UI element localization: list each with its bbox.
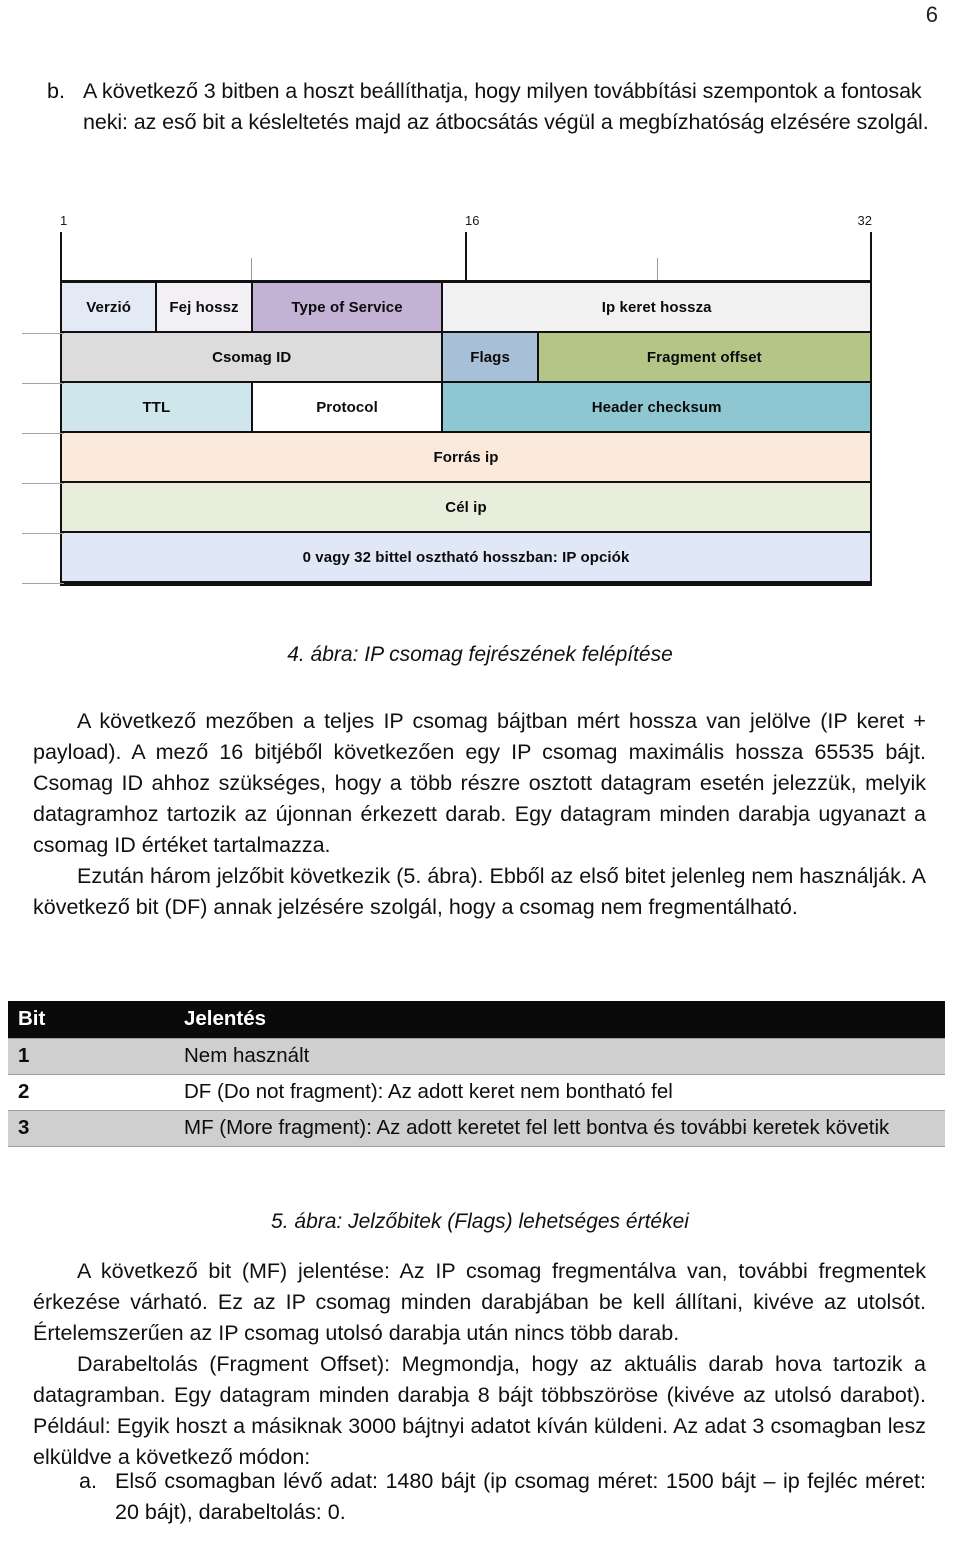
page-number: 6: [925, 2, 938, 27]
table-header-row: Bit Jelentés: [8, 1001, 945, 1039]
bit-ruler-minor-tick: [657, 258, 659, 280]
ip-header-field: Fragment offset: [538, 333, 870, 381]
body-paragraphs-2: A következő bit (MF) jelentése: Az IP cs…: [33, 1256, 926, 1473]
table-cell-meaning: MF (More fragment): Az adott keretet fel…: [178, 1110, 945, 1147]
table-cell-bit: 3: [8, 1110, 178, 1147]
row-guide-line: [22, 483, 64, 484]
table-row: 1 Nem használt: [8, 1038, 945, 1075]
row-guide-line: [22, 383, 64, 384]
row-guide-line: [22, 433, 64, 434]
ip-header-field: Csomag ID: [62, 333, 444, 381]
figure-5-caption: 5. ábra: Jelzőbitek (Flags) lehetséges é…: [271, 1210, 689, 1233]
ip-header-field: Type of Service: [252, 283, 444, 331]
ip-header-row: Forrás ip: [62, 433, 870, 483]
paragraph: Darabeltolás (Fragment Offset): Megmondj…: [33, 1352, 926, 1469]
row-guide-line: [22, 533, 64, 534]
table-header-bit: Bit: [8, 1001, 178, 1039]
ip-header-field: 0 vagy 32 bittel osztható hosszban: IP o…: [62, 533, 870, 581]
ip-header-field: Fej hossz: [157, 283, 253, 331]
ip-header-diagram: 1 16 32 Verzió Fej hossz Type of Service Ip k…: [22, 208, 872, 593]
ip-header-field: Flags: [443, 333, 539, 381]
bit-ruler-minor-tick: [251, 258, 253, 280]
figure-4-caption: 4. ábra: IP csomag fejrészének felépítés…: [287, 643, 673, 666]
sub-list-item-text: Első csomagban lévő adat: 1480 bájt (ip …: [115, 1469, 926, 1524]
list-item-text: A következő 3 bitben a hoszt beállíthatj…: [83, 79, 929, 134]
row-guide-line: [22, 583, 64, 584]
table-cell-meaning: Nem használt: [178, 1038, 945, 1075]
ip-header-row: 0 vagy 32 bittel osztható hosszban: IP o…: [62, 533, 870, 583]
bit-ruler-label: 1: [60, 213, 68, 228]
ip-header-row: Cél ip: [62, 483, 870, 533]
ip-header-row: Csomag ID Flags Fragment offset: [62, 333, 870, 383]
paragraph: A következő bit (MF) jelentése: Az IP cs…: [33, 1259, 926, 1345]
bit-ruler-tick: [870, 232, 872, 280]
list-item-marker: b.: [47, 79, 65, 103]
sub-list-item-marker: a.: [79, 1469, 97, 1493]
flags-table: Bit Jelentés 1 Nem használt 2 DF (Do not fr…: [8, 1001, 945, 1147]
ip-header-field: Forrás ip: [62, 433, 870, 481]
sub-list-item: a. Első csomagban lévő adat: 1480 bájt (…: [79, 1466, 926, 1528]
ip-header-field: TTL: [62, 383, 253, 431]
bit-ruler-tick: [465, 232, 467, 280]
list-item: b. A következő 3 bitben a hoszt beállíth…: [47, 76, 932, 138]
table-row: 3 MF (More fragment): Az adott keretet fe…: [8, 1110, 945, 1147]
ip-header-field: Protocol: [252, 383, 444, 431]
row-guide-line: [22, 333, 64, 334]
bit-ruler-tick: [60, 232, 62, 280]
table-cell-meaning: DF (Do not fragment): Az adott keret nem…: [178, 1074, 945, 1111]
table-cell-bit: 1: [8, 1038, 178, 1075]
bit-ruler-label: 16: [465, 213, 480, 228]
table-cell-bit: 2: [8, 1074, 178, 1111]
bit-ruler: 1 16 32: [60, 208, 872, 280]
ip-header-row: TTL Protocol Header checksum: [62, 383, 870, 433]
ip-header-rows: Verzió Fej hossz Type of Service Ip keret h…: [22, 280, 872, 586]
table-row: 2 DF (Do not fragment): Az adott keret ne…: [8, 1074, 945, 1111]
ip-header-field: Cél ip: [62, 483, 870, 531]
body-paragraphs-1: A következő mezőben a teljes IP csomag b…: [33, 706, 926, 923]
bit-ruler-label: 32: [857, 213, 872, 228]
paragraph: Ezután három jelzőbit következik (5. ábr…: [33, 864, 926, 919]
ip-header-row: Verzió Fej hossz Type of Service Ip keret h…: [62, 283, 870, 333]
paragraph: A következő mezőben a teljes IP csomag b…: [33, 709, 926, 857]
ip-header-field: Ip keret hossza: [443, 283, 870, 331]
table-header-meaning: Jelentés: [178, 1001, 945, 1039]
ip-header-field: Verzió: [62, 283, 158, 331]
ip-header-field: Header checksum: [443, 383, 870, 431]
